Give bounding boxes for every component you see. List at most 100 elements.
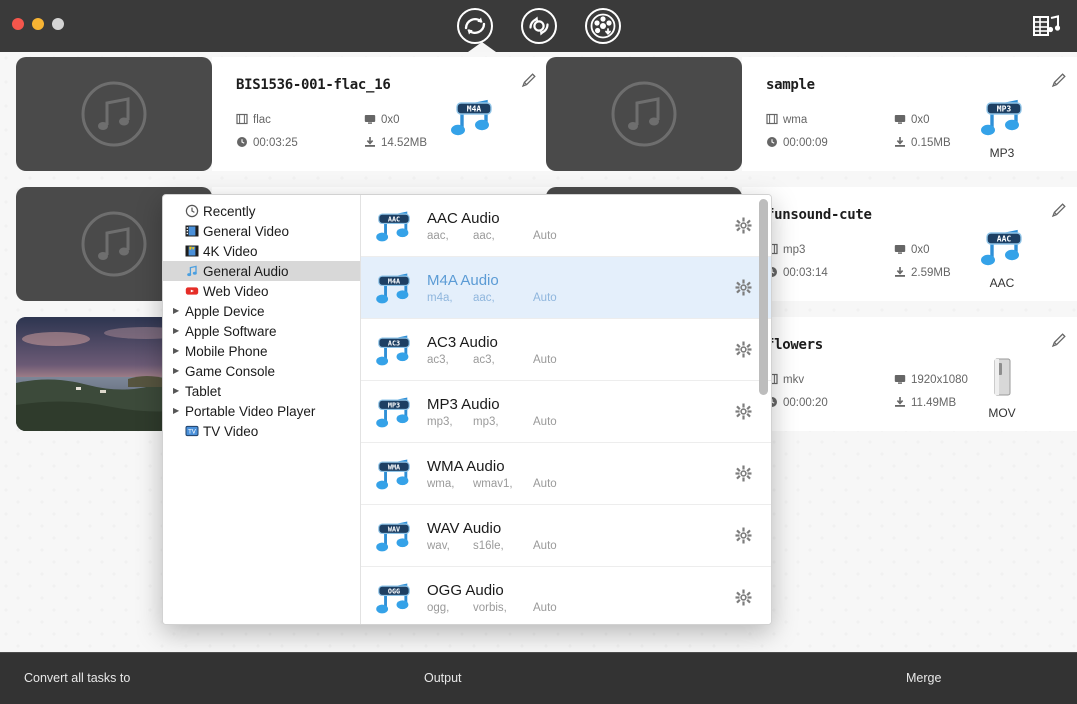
format-row-wav[interactable]: WAV WAV Audio wav, s16le, Auto (361, 505, 771, 567)
file-card[interactable]: BIS1536-001-flac_16 flac 0x0 00:03:25 14… (16, 57, 556, 171)
category-label: 4K Video (203, 243, 258, 259)
category-item-general-audio[interactable]: General Audio (163, 261, 360, 281)
format-list[interactable]: AAC AAC Audio aac, aac, Auto M4A M4A Aud… (361, 195, 771, 624)
format-codec: wmav1, (473, 477, 513, 490)
format-note-icon: M4A (451, 99, 492, 136)
music-note-icon (81, 81, 147, 147)
format-row-ac3[interactable]: AC3 AC3 Audio ac3, ac3, Auto (361, 319, 771, 381)
format-name: WMA Audio (427, 457, 505, 475)
edit-icon[interactable] (1050, 331, 1068, 354)
mov-box-icon (994, 358, 1011, 396)
category-label: Apple Software (185, 323, 277, 339)
file-thumbnail[interactable] (546, 57, 742, 171)
expand-arrow: ▶ (173, 306, 180, 315)
convert-all-label: Convert all tasks to (24, 671, 131, 685)
svg-text:TV: TV (187, 428, 197, 435)
zoom-button[interactable] (52, 18, 64, 30)
file-resolution: 0x0 (894, 113, 930, 128)
format-details: mp3, mp3, Auto (427, 416, 715, 428)
music-note-icon (611, 81, 677, 147)
format-quality: Auto (533, 353, 557, 366)
svg-text:AAC: AAC (997, 234, 1012, 243)
category-label: Mobile Phone (185, 343, 268, 359)
format-ext: wav, (427, 539, 450, 552)
category-label: General Audio (203, 263, 289, 279)
svg-text:AAC: AAC (388, 215, 400, 223)
m4a-format-icon: M4A (361, 268, 427, 308)
category-item[interactable]: Recently (163, 201, 360, 221)
svg-text:MP3: MP3 (388, 401, 400, 409)
format-details: wma, wmav1, Auto (427, 478, 715, 490)
target-format[interactable]: M4A (440, 95, 504, 144)
format-codec: s16le, (473, 539, 504, 552)
format-info: WAV Audio wav, s16le, Auto (427, 520, 715, 552)
downloader-icon[interactable] (583, 6, 623, 46)
file-details: funsound-cute mp3 0x0 00:03:14 2.59MB (742, 187, 1077, 301)
category-label: Web Video (203, 283, 269, 299)
monitor-icon (894, 243, 906, 258)
aac-format-icon: AAC (361, 206, 427, 246)
format-row-ogg[interactable]: OGG OGG Audio ogg, vorbis, Auto (361, 567, 771, 624)
target-format[interactable]: MP3 MP3 (970, 95, 1034, 160)
file-thumbnail[interactable] (16, 57, 212, 171)
file-details: sample wma 0x0 00:00:09 0.15MB MP3 MP3 (742, 57, 1077, 171)
music-note-icon (185, 264, 203, 278)
category-item[interactable]: Web Video (163, 281, 360, 301)
format-codec: vorbis, (473, 601, 507, 614)
file-duration: 00:03:14 (766, 266, 828, 281)
format-row-mp3[interactable]: MP3 MP3 Audio mp3, mp3, Auto (361, 381, 771, 443)
category-item[interactable]: ▶ Apple Software (163, 321, 360, 341)
edit-icon[interactable] (1050, 201, 1068, 224)
category-item[interactable]: ▶ Portable Video Player (163, 401, 360, 421)
wma-format-icon: WMA (361, 454, 427, 494)
category-item[interactable]: General Video (163, 221, 360, 241)
monitor-icon (894, 113, 906, 128)
expand-arrow: ▶ (173, 406, 180, 415)
category-item[interactable]: 4K Video (163, 241, 360, 261)
target-format[interactable]: AAC AAC (970, 225, 1034, 290)
format-name: OGG Audio (427, 581, 504, 599)
category-label: Portable Video Player (185, 403, 316, 419)
category-item[interactable]: ▶ Tablet (163, 381, 360, 401)
format-info: MP3 Audio mp3, mp3, Auto (427, 396, 715, 428)
clock-icon (236, 136, 248, 151)
media-library-icon[interactable] (1029, 9, 1063, 43)
format-row-aac[interactable]: AAC AAC Audio aac, aac, Auto (361, 195, 771, 257)
wav-format-icon: WAV (361, 516, 427, 556)
category-label: Game Console (185, 363, 276, 379)
format-info: M4A Audio m4a, aac, Auto (427, 272, 715, 304)
ripper-icon[interactable] (519, 6, 559, 46)
target-format-label: MOV (988, 406, 1016, 420)
format-codec: ac3, (473, 353, 495, 366)
format-name: WAV Audio (427, 519, 502, 537)
format-scrollbar-thumb[interactable] (759, 199, 768, 395)
close-button[interactable] (12, 18, 24, 30)
target-format[interactable]: MOV (970, 355, 1034, 420)
download-icon (894, 396, 906, 411)
format-row-wma[interactable]: WMA WMA Audio wma, wmav1, Auto (361, 443, 771, 505)
format-quality: Auto (533, 539, 557, 552)
format-quality: Auto (533, 291, 557, 304)
format-row-m4a[interactable]: M4A M4A Audio m4a, aac, Auto (361, 257, 771, 319)
converter-icon[interactable] (455, 6, 496, 52)
film-4k-icon (185, 244, 203, 258)
file-title: sample (766, 77, 815, 93)
category-label: Tablet (185, 383, 222, 399)
category-item[interactable]: TV TV Video (163, 421, 360, 441)
monitor-icon (894, 373, 906, 388)
youtube-icon (185, 284, 203, 298)
minimize-button[interactable] (32, 18, 44, 30)
svg-text:M4A: M4A (388, 277, 400, 285)
format-category-list: Recently General Video 4K Video General … (163, 195, 361, 624)
file-card[interactable]: sample wma 0x0 00:00:09 0.15MB MP3 MP3 (546, 57, 1077, 171)
format-info: AAC Audio aac, aac, Auto (427, 210, 715, 242)
download-icon (894, 136, 906, 151)
file-duration: 00:00:20 (766, 396, 828, 411)
edit-icon[interactable] (1050, 71, 1068, 94)
format-quality: Auto (533, 601, 557, 614)
format-note-icon: MP3 (981, 99, 1022, 136)
category-item[interactable]: ▶ Mobile Phone (163, 341, 360, 361)
edit-icon[interactable] (520, 71, 538, 94)
category-item[interactable]: ▶ Apple Device (163, 301, 360, 321)
category-item[interactable]: ▶ Game Console (163, 361, 360, 381)
